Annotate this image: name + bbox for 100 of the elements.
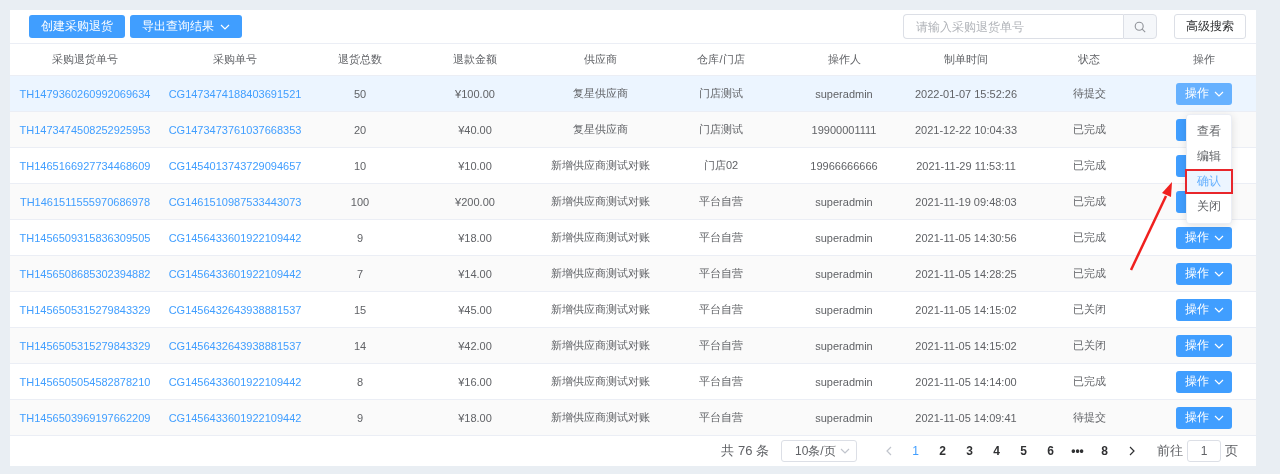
purchase-number-link[interactable]: CG1456432643938881537 (160, 339, 310, 352)
table-cell-text: 复星供应商 (571, 122, 629, 137)
table-cell-text: 平台自营 (698, 374, 744, 389)
advanced-search-button[interactable]: 高级搜索 (1174, 14, 1246, 39)
table-cell-text: 门店测试 (698, 122, 744, 137)
table-cell-text: 新增供应商测试对账 (549, 266, 651, 281)
column-header: 供应商 (582, 52, 618, 67)
table-cell-text: 新增供应商测试对账 (549, 410, 651, 425)
table-cell-text: 新增供应商测试对账 (549, 374, 651, 389)
table-cell-text: ¥14.00 (457, 267, 493, 280)
column-header: 操作 (1192, 52, 1216, 67)
table-cell-text: 9 (355, 411, 365, 424)
action-dropdown-button[interactable]: 操作 (1176, 334, 1232, 357)
purchase-number-link[interactable]: CG1461510987533443073 (160, 195, 310, 208)
action-dropdown-button[interactable]: 操作 (1176, 262, 1232, 285)
table-cell-text: 20 (352, 123, 368, 136)
table-cell-text: 2021-11-29 11:53:11 (915, 159, 1017, 172)
table-cell-text: 新增供应商测试对账 (549, 230, 651, 245)
page-button[interactable]: 6 (1037, 444, 1064, 458)
action-dropdown-button[interactable]: 操作 (1176, 226, 1232, 249)
column-header: 状态 (1077, 52, 1101, 67)
return-number-link[interactable]: TH1465166927734468609 (10, 159, 160, 172)
return-number-link[interactable]: TH1456505315279843329 (10, 339, 160, 352)
purchase-number-link[interactable]: CG1473473761037668353 (160, 123, 310, 136)
table-cell-text: 平台自营 (698, 302, 744, 317)
page-button[interactable]: 2 (929, 444, 956, 458)
search-button[interactable] (1123, 14, 1157, 39)
action-dropdown-button[interactable]: 操作 (1176, 370, 1232, 393)
page-button[interactable]: 5 (1010, 444, 1037, 458)
return-number-link[interactable]: TH1461511555970686978 (10, 195, 160, 208)
return-number-link[interactable]: TH1456505315279843329 (10, 303, 160, 316)
purchase-number-link[interactable]: CG1454013743729094657 (160, 159, 310, 172)
page-input[interactable]: 1 (1187, 440, 1221, 462)
return-number-link[interactable]: TH1456509315836309505 (10, 231, 160, 244)
return-number-link[interactable]: TH1456503969197662209 (10, 411, 160, 424)
table-cell-text: ¥100.00 (454, 87, 496, 100)
table-cell-text: 平台自营 (698, 230, 744, 245)
purchase-number-link[interactable]: CG1456433601922109442 (160, 411, 310, 424)
table-cell-text: 7 (355, 267, 365, 280)
chevron-down-icon (1213, 270, 1224, 277)
table-cell-text: 门店02 (702, 158, 740, 173)
column-header: 制单时间 (943, 52, 989, 67)
table-cell-text: 2021-11-05 14:15:02 (914, 303, 1018, 316)
table-cell-text: 10 (352, 159, 368, 172)
page-suffix: 页 (1225, 442, 1238, 460)
table-cell-text: 新增供应商测试对账 (549, 158, 651, 173)
table-cell-text: 2022-01-07 15:52:26 (913, 87, 1019, 100)
table-cell-text: 平台自营 (698, 338, 744, 353)
purchase-number-link[interactable]: CG1456433601922109442 (160, 375, 310, 388)
chevron-down-icon (1213, 342, 1224, 349)
chevron-down-icon (1213, 414, 1224, 421)
menu-item[interactable]: 查看 (1185, 119, 1233, 144)
table-cell-text: 100 (349, 195, 371, 208)
page-size-select[interactable]: 10条/页 (781, 440, 857, 462)
return-number-link[interactable]: TH1473474508252925953 (10, 123, 160, 136)
menu-item[interactable]: 关闭 (1185, 194, 1233, 219)
menu-item[interactable]: 编辑 (1185, 144, 1233, 169)
status-text: 已完成 (1071, 266, 1107, 281)
table-cell-text: 新增供应商测试对账 (549, 338, 651, 353)
return-number-link[interactable]: TH1479360260992069634 (10, 87, 160, 100)
table-cell-text: 19900001111 (810, 123, 878, 136)
table-cell-text: 门店测试 (698, 86, 744, 101)
status-text: 已完成 (1071, 158, 1107, 173)
menu-item[interactable]: 确认 (1185, 169, 1233, 194)
chevron-down-icon (1213, 234, 1224, 241)
table-cell-text: 复星供应商 (571, 86, 629, 101)
table-cell-text: 新增供应商测试对账 (549, 302, 651, 317)
table-cell-text: 19966666666 (809, 159, 879, 172)
return-number-link[interactable]: TH1456508685302394882 (10, 267, 160, 280)
status-text: 待提交 (1071, 410, 1107, 425)
table-cell-text: superadmin (814, 375, 874, 388)
table-cell-text: ¥16.00 (457, 375, 493, 388)
page-button[interactable]: 3 (956, 444, 983, 458)
action-dropdown-button[interactable]: 操作 (1176, 82, 1232, 105)
status-text: 已完成 (1071, 230, 1107, 245)
chevron-right-icon (1128, 446, 1135, 456)
page-button[interactable]: ••• (1064, 444, 1091, 458)
search-field[interactable]: 请输入采购退货单号 (903, 14, 1123, 39)
action-dropdown-button[interactable]: 操作 (1176, 406, 1232, 429)
purchase-number-link[interactable]: CG1473474188403691521 (160, 87, 310, 100)
status-text: 已完成 (1071, 194, 1107, 209)
page-button[interactable]: 8 (1091, 444, 1118, 458)
return-number-link[interactable]: TH1456505054582878210 (10, 375, 160, 388)
page-button[interactable]: 1 (902, 444, 929, 458)
purchase-number-link[interactable]: CG1456433601922109442 (160, 267, 310, 280)
search-icon (1134, 20, 1146, 33)
column-header: 退货总数 (337, 52, 383, 67)
create-button[interactable]: 创建采购退货 (29, 15, 125, 38)
purchase-number-link[interactable]: CG1456432643938881537 (160, 303, 310, 316)
table-cell-text: ¥18.00 (457, 411, 493, 424)
table-cell-text: 2021-11-05 14:14:00 (914, 375, 1018, 388)
export-dropdown-button[interactable]: 导出查询结果 (130, 15, 242, 38)
status-text: 待提交 (1071, 86, 1107, 101)
chevron-down-icon (1213, 378, 1224, 385)
chevron-down-icon (220, 23, 230, 30)
action-dropdown-button[interactable]: 操作 (1176, 298, 1232, 321)
table-cell-text: 平台自营 (698, 266, 744, 281)
table-cell-text: 15 (352, 303, 368, 316)
purchase-number-link[interactable]: CG1456433601922109442 (160, 231, 310, 244)
page-button[interactable]: 4 (983, 444, 1010, 458)
